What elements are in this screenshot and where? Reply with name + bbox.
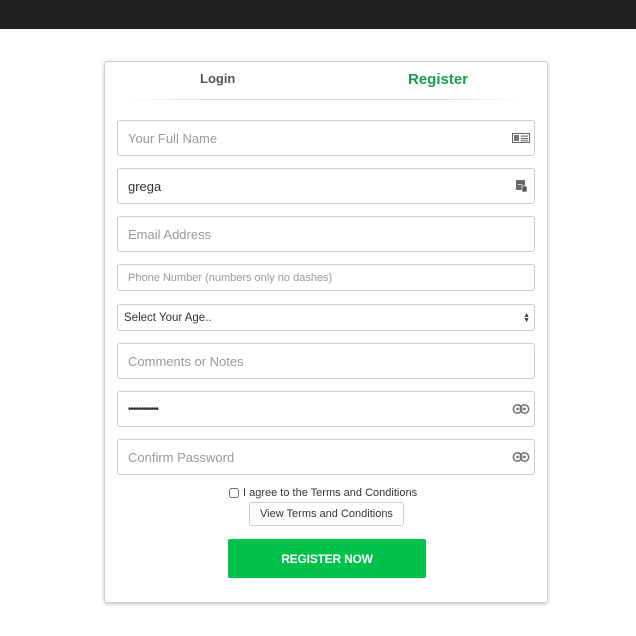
password-eye-icon[interactable] bbox=[512, 450, 530, 464]
user-badge-icon bbox=[516, 180, 528, 193]
view-terms-button[interactable]: View Terms and Conditions bbox=[249, 502, 404, 526]
agree-terms-label: I agree to the Terms and Conditions bbox=[243, 487, 418, 499]
select-arrows-icon: ▲ ▼ bbox=[523, 311, 530, 324]
phone-input[interactable] bbox=[118, 265, 534, 290]
top-navbar bbox=[0, 0, 636, 29]
tab-divider bbox=[125, 99, 525, 100]
age-select-value[interactable]: Select Your Age.. bbox=[118, 305, 534, 330]
phone-field bbox=[117, 264, 535, 291]
full-name-input[interactable] bbox=[118, 121, 534, 155]
confirm-password-field bbox=[117, 439, 535, 475]
comments-input[interactable] bbox=[118, 344, 534, 378]
password-input[interactable] bbox=[118, 392, 534, 426]
register-now-button[interactable]: REGISTER NOW bbox=[228, 539, 426, 578]
id-card-icon bbox=[512, 133, 530, 143]
login-register-card: Login Register Select Your Age.. ▲▼ bbox=[104, 61, 548, 603]
username-input[interactable] bbox=[118, 169, 534, 203]
email-field bbox=[117, 216, 535, 252]
password-eye-icon[interactable] bbox=[512, 402, 530, 416]
agree-terms-row[interactable]: I agree to the Terms and Conditions bbox=[229, 487, 417, 499]
age-select[interactable]: Select Your Age.. ▲ ▼ bbox=[117, 304, 535, 331]
password-field bbox=[117, 391, 535, 427]
username-field bbox=[117, 168, 535, 204]
tabs: Login Register bbox=[105, 62, 547, 100]
confirm-password-input[interactable] bbox=[118, 440, 534, 474]
comments-field bbox=[117, 343, 535, 379]
agree-terms-checkbox[interactable] bbox=[229, 488, 239, 498]
tab-register[interactable]: Register bbox=[408, 71, 468, 88]
full-name-field bbox=[117, 120, 535, 156]
tab-login[interactable]: Login bbox=[200, 71, 235, 86]
email-input[interactable] bbox=[118, 217, 534, 251]
